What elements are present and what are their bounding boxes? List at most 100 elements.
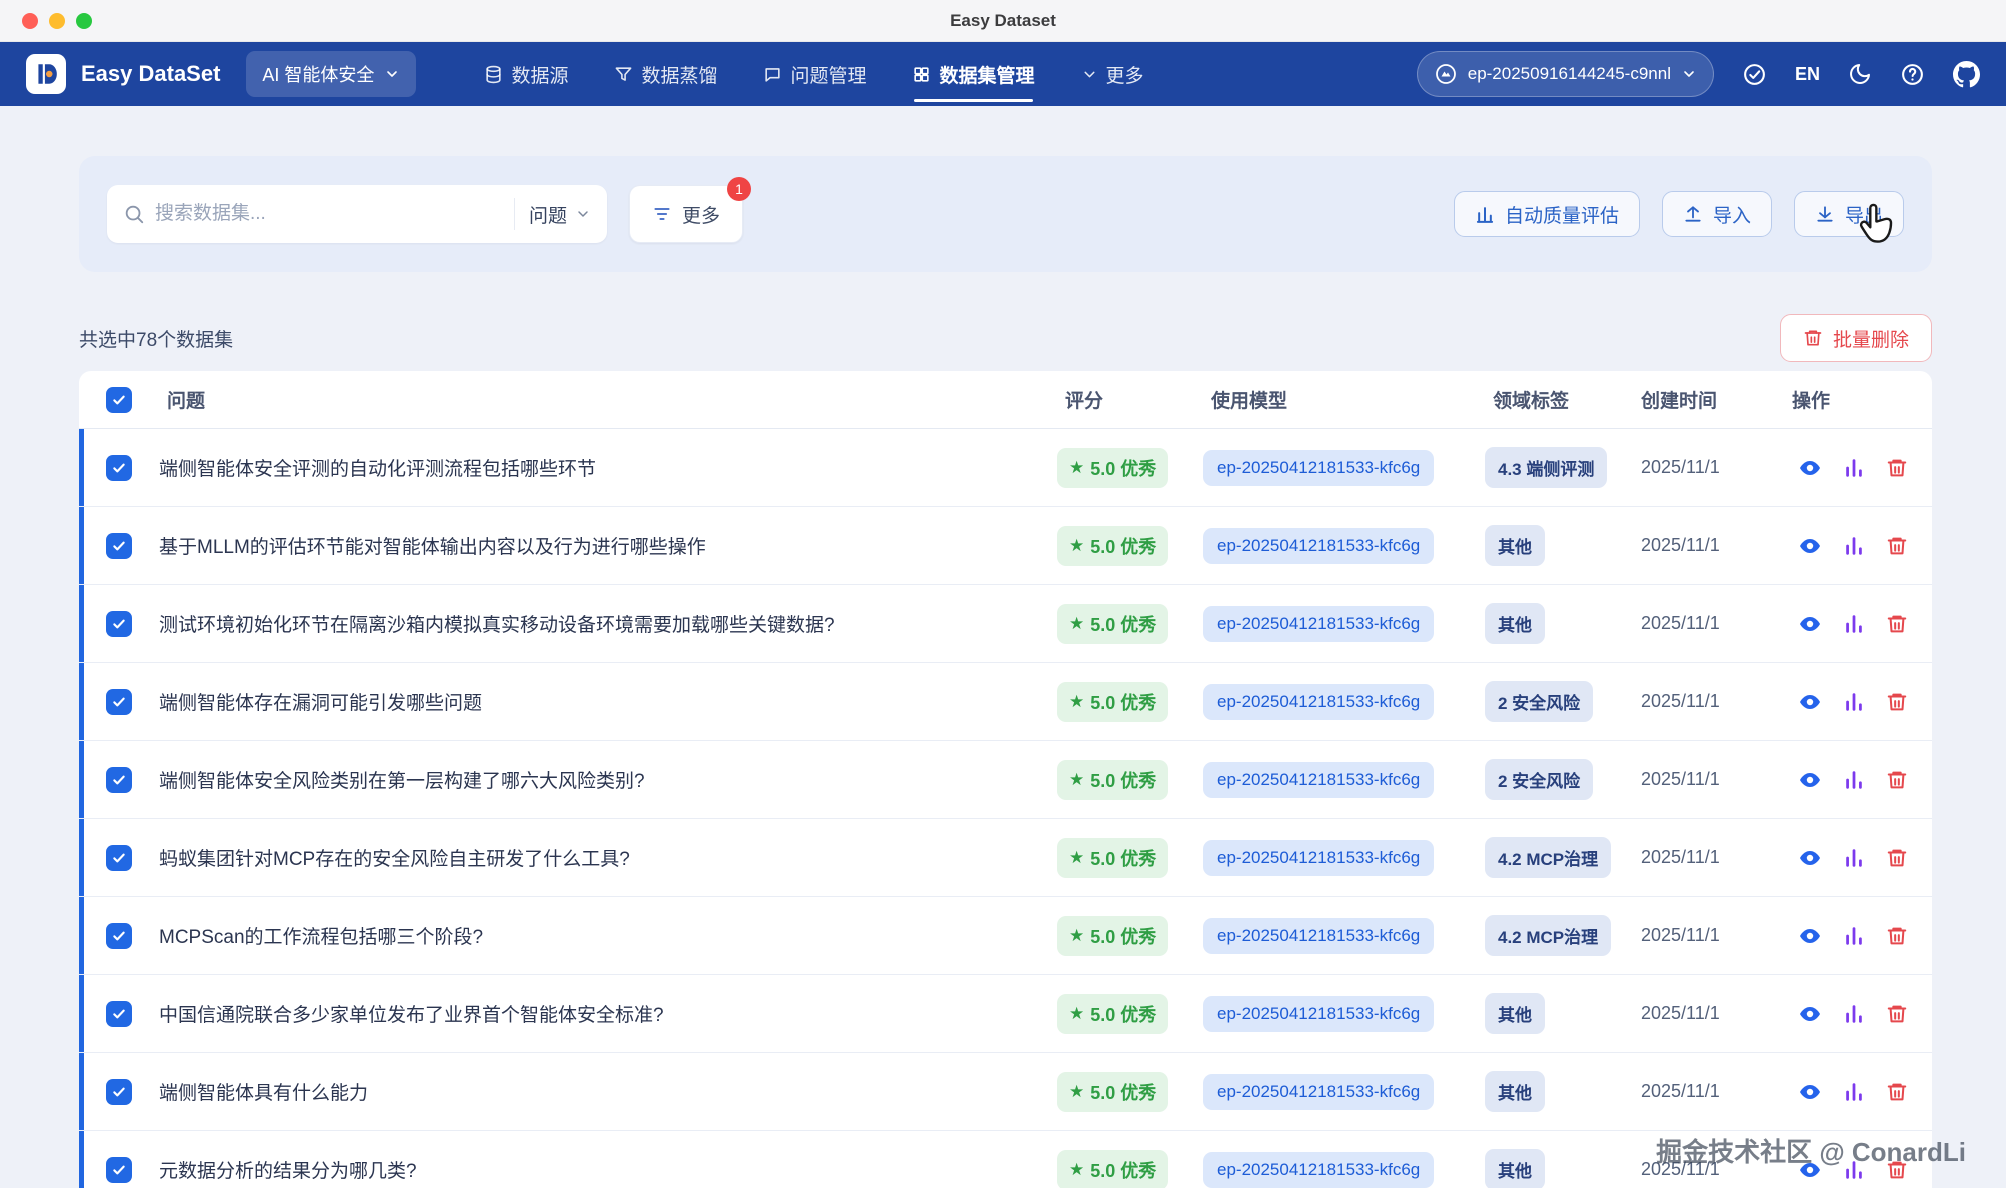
question-text: 端侧智能体具有什么能力 [159, 1083, 388, 1104]
domain-tag-badge: 4.3 端侧评测 [1485, 447, 1607, 488]
domain-tag-badge: 其他 [1485, 1071, 1545, 1112]
question-text: 基于MLLM的评估环节能对智能体输出内容以及行为进行哪些操作 [159, 537, 726, 558]
view-icon[interactable] [1798, 924, 1822, 948]
auto-quality-button[interactable]: 自动质量评估 [1454, 191, 1640, 237]
chevron-down-icon [575, 206, 591, 222]
header-score: 评分 [1057, 386, 1203, 413]
view-icon[interactable] [1798, 1080, 1822, 1104]
table-row: 中国信通院联合多少家单位发布了业界首个智能体安全标准? ★ 5.0 优秀 ep-… [79, 975, 1932, 1053]
chart-icon[interactable] [1843, 1081, 1865, 1103]
chart-icon[interactable] [1843, 691, 1865, 713]
score-value: 5.0 优秀 [1090, 1001, 1156, 1027]
domain-tag-badge: 其他 [1485, 525, 1545, 566]
model-badge: ep-20250412181533-kfc6g [1203, 528, 1434, 564]
row-checkbox[interactable] [106, 611, 132, 637]
model-selector[interactable]: ep-20250916144245-c9nnl [1417, 51, 1714, 97]
delete-icon[interactable] [1886, 769, 1908, 791]
score-badge: ★ 5.0 优秀 [1057, 604, 1168, 644]
chart-icon[interactable] [1843, 1003, 1865, 1025]
search-icon [123, 203, 145, 225]
dataset-table: 问题 评分 使用模型 领域标签 创建时间 操作 端侧智能体安全评测的自动化评测流… [79, 371, 1932, 1188]
view-icon[interactable] [1798, 612, 1822, 636]
score-badge: ★ 5.0 优秀 [1057, 838, 1168, 878]
project-selector[interactable]: AI 智能体安全 [246, 51, 416, 97]
row-checkbox[interactable] [106, 455, 132, 481]
nav-item-questions[interactable]: 问题管理 [763, 61, 866, 88]
row-checkbox[interactable] [106, 845, 132, 871]
header-actions: 操作 [1784, 386, 1932, 413]
nav-item-distill[interactable]: 数据蒸馏 [614, 61, 717, 88]
download-icon [1815, 204, 1835, 224]
main-content: 问题 更多 1 自动质量评估 [0, 156, 2006, 1188]
delete-icon[interactable] [1886, 1081, 1908, 1103]
row-checkbox[interactable] [106, 923, 132, 949]
row-checkbox[interactable] [106, 533, 132, 559]
row-checkbox[interactable] [106, 689, 132, 715]
row-checkbox[interactable] [106, 1001, 132, 1027]
row-checkbox[interactable] [106, 767, 132, 793]
nav-item-datasource[interactable]: 数据源 [484, 61, 568, 88]
delete-icon[interactable] [1886, 535, 1908, 557]
table-row: 端侧智能体存在漏洞可能引发哪些问题 ★ 5.0 优秀 ep-2025041218… [79, 663, 1932, 741]
more-filters-button[interactable]: 更多 1 [629, 185, 743, 243]
delete-icon[interactable] [1886, 1003, 1908, 1025]
app-logo-icon[interactable] [26, 54, 66, 94]
delete-icon[interactable] [1886, 457, 1908, 479]
dataset-grid-icon [912, 65, 931, 84]
screen: Easy Dataset Easy DataSet AI 智能体安全 数据源 [0, 0, 2006, 1188]
table-row: 基于MLLM的评估环节能对智能体输出内容以及行为进行哪些操作 ★ 5.0 优秀 … [79, 507, 1932, 585]
dark-mode-moon-icon[interactable] [1848, 62, 1872, 86]
export-button[interactable]: 导出 [1794, 191, 1904, 237]
view-icon[interactable] [1798, 768, 1822, 792]
chart-icon[interactable] [1843, 613, 1865, 635]
delete-icon[interactable] [1886, 847, 1908, 869]
chart-icon[interactable] [1843, 847, 1865, 869]
score-badge: ★ 5.0 优秀 [1057, 760, 1168, 800]
bulk-delete-button[interactable]: 批量删除 [1780, 314, 1932, 362]
delete-icon[interactable] [1886, 613, 1908, 635]
star-icon: ★ [1069, 848, 1084, 868]
question-text: 测试环境初始化环节在隔离沙箱内模拟真实移动设备环境需要加载哪些关键数据? [159, 615, 855, 636]
nav-item-datasets[interactable]: 数据集管理 [912, 61, 1034, 88]
github-icon[interactable] [1953, 61, 1980, 88]
import-button[interactable]: 导入 [1662, 191, 1772, 237]
language-toggle[interactable]: EN [1795, 64, 1820, 85]
created-date: 2025/11/1 [1633, 535, 1720, 555]
view-icon[interactable] [1798, 846, 1822, 870]
chart-icon[interactable] [1843, 769, 1865, 791]
score-value: 5.0 优秀 [1090, 1157, 1156, 1183]
model-selector-label: ep-20250916144245-c9nnl [1468, 64, 1671, 84]
score-value: 5.0 优秀 [1090, 611, 1156, 637]
question-text: MCPScan的工作流程包括哪三个阶段? [159, 927, 503, 948]
star-icon: ★ [1069, 1082, 1084, 1102]
header-created: 创建时间 [1633, 386, 1784, 413]
chart-icon[interactable] [1843, 457, 1865, 479]
created-date: 2025/11/1 [1633, 847, 1720, 867]
macos-titlebar: Easy Dataset [0, 0, 2006, 42]
delete-icon[interactable] [1886, 925, 1908, 947]
view-icon[interactable] [1798, 690, 1822, 714]
domain-tag-badge: 4.2 MCP治理 [1485, 915, 1611, 956]
nav-item-more[interactable]: 更多 [1081, 61, 1144, 88]
select-all-checkbox[interactable] [106, 387, 132, 413]
score-badge: ★ 5.0 优秀 [1057, 1072, 1168, 1112]
chart-icon[interactable] [1843, 535, 1865, 557]
filter-icon [652, 204, 672, 224]
row-checkbox[interactable] [106, 1157, 132, 1183]
search-box: 问题 [107, 185, 607, 243]
view-icon[interactable] [1798, 456, 1822, 480]
help-icon[interactable] [1900, 62, 1925, 87]
search-input[interactable] [155, 203, 504, 225]
row-checkbox[interactable] [106, 1079, 132, 1105]
search-type-select[interactable]: 问题 [514, 198, 591, 230]
chart-icon[interactable] [1843, 925, 1865, 947]
task-status-icon[interactable] [1742, 62, 1767, 87]
view-icon[interactable] [1798, 534, 1822, 558]
header-tag: 领域标签 [1485, 386, 1633, 413]
window-title: Easy Dataset [0, 11, 2006, 31]
bar-chart-icon [1475, 204, 1495, 224]
delete-icon[interactable] [1886, 691, 1908, 713]
view-icon[interactable] [1798, 1002, 1822, 1026]
score-value: 5.0 优秀 [1090, 533, 1156, 559]
table-row: 元数据分析的结果分为哪几类? ★ 5.0 优秀 ep-2025041218153… [79, 1131, 1932, 1188]
